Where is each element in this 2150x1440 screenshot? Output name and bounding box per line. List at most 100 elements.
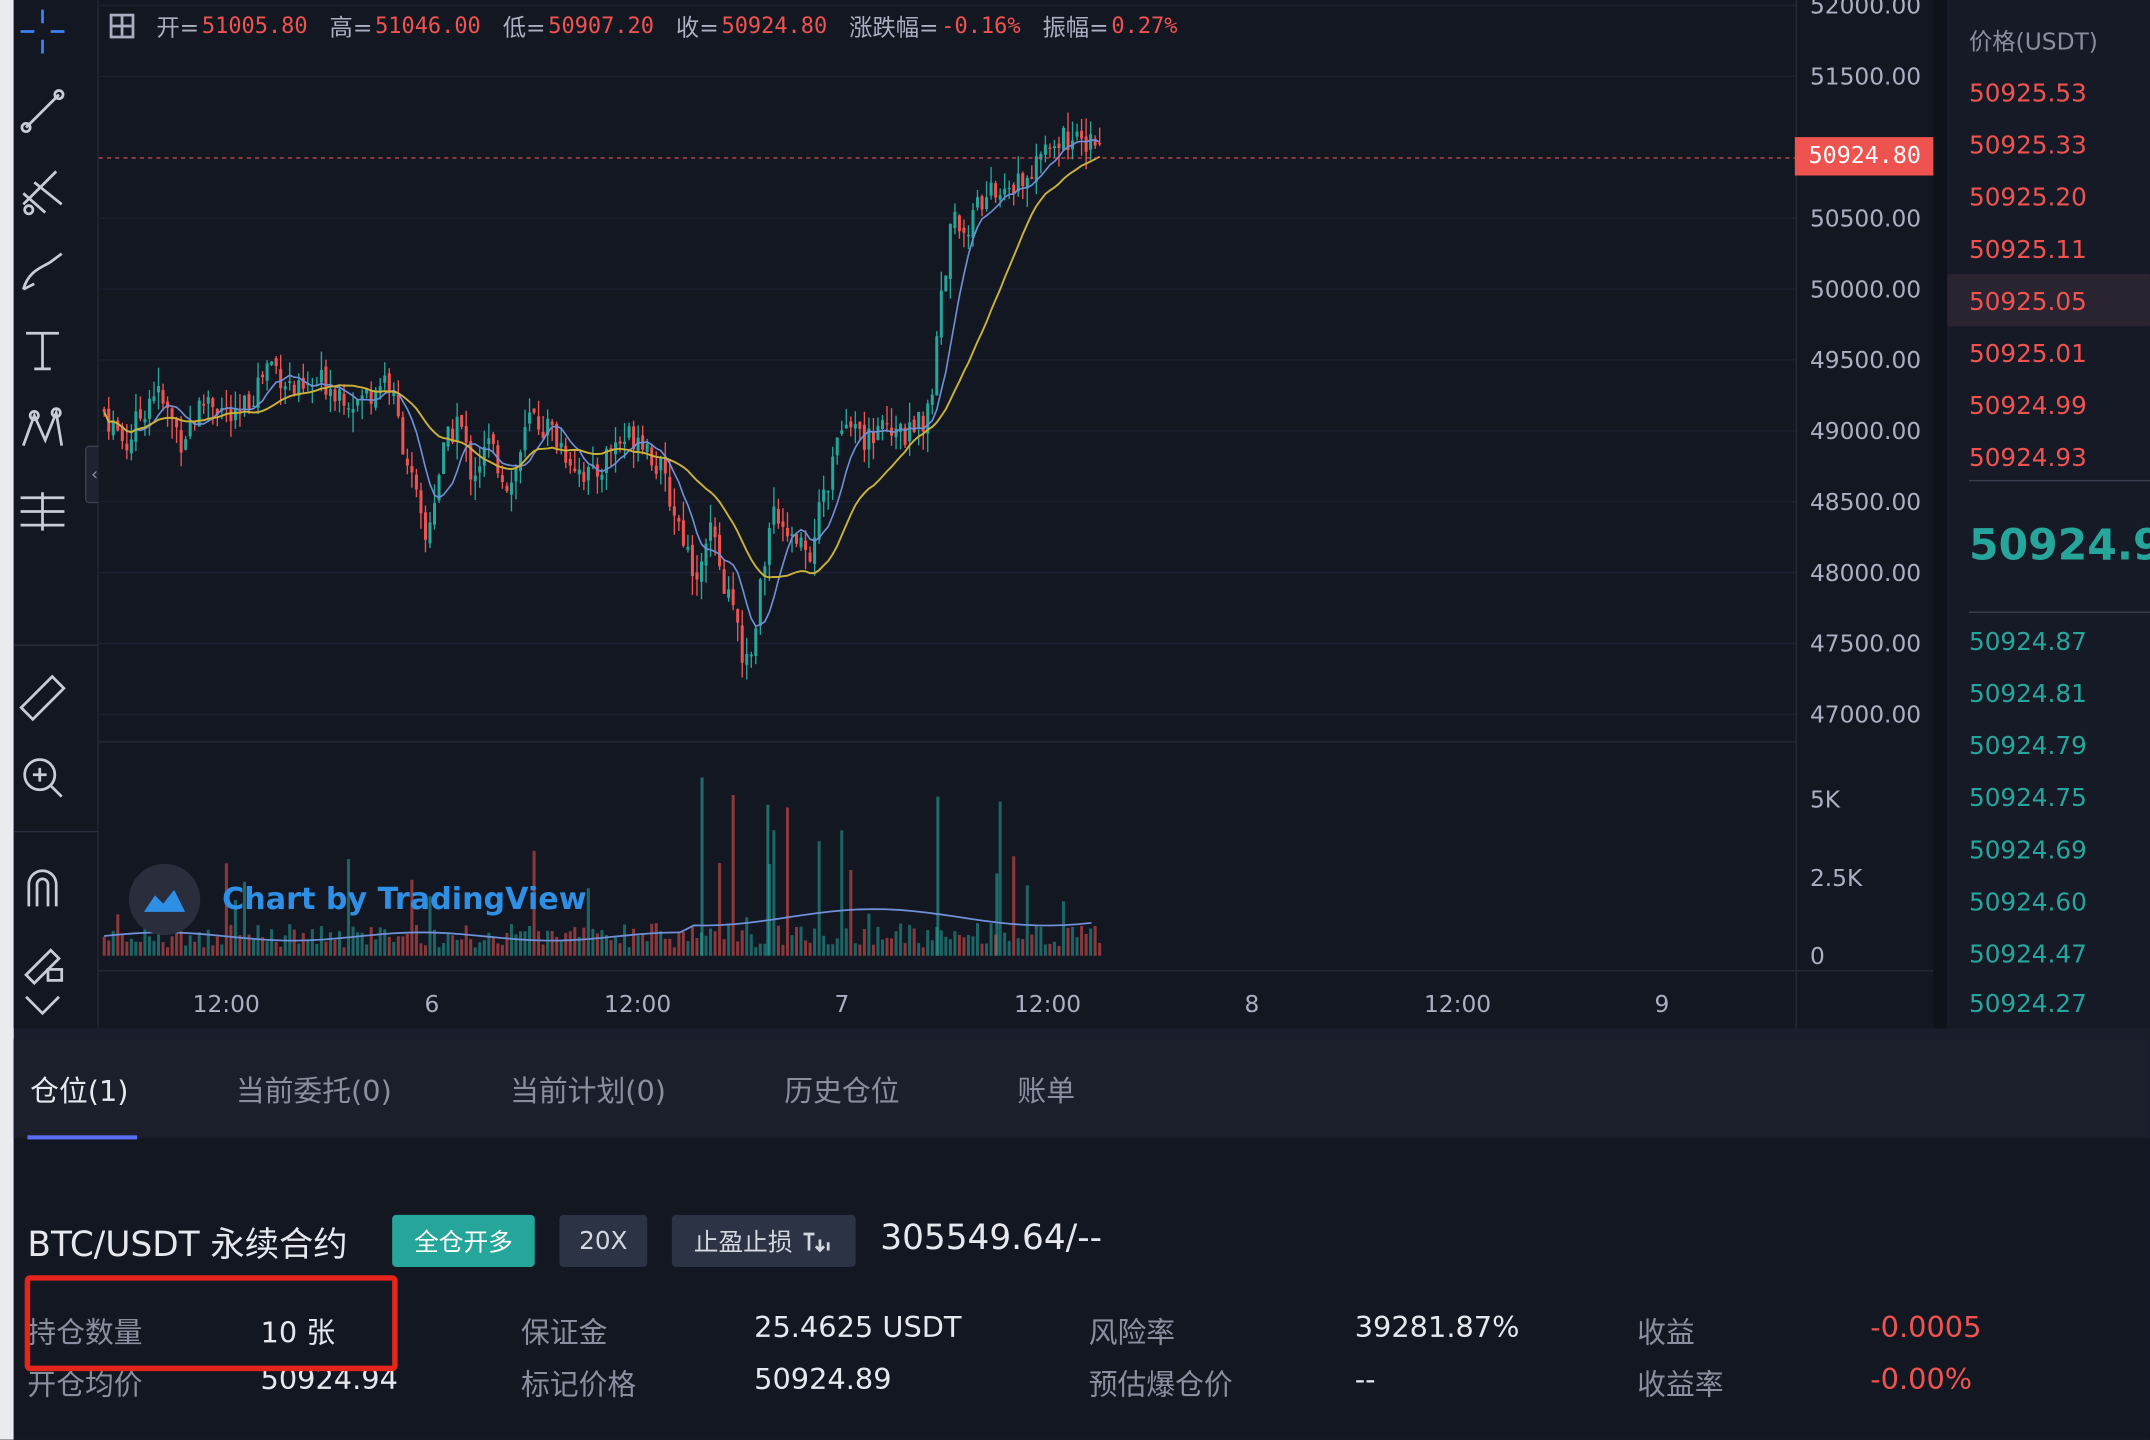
chevron-down-icon[interactable] xyxy=(14,976,72,1034)
price-axis-label: 49000.00 xyxy=(1810,418,1921,445)
change-value: -0.16% xyxy=(941,12,1021,39)
time-axis-label: 6 xyxy=(425,991,440,1018)
candle-body xyxy=(849,421,853,428)
candle-body xyxy=(736,609,740,623)
time-axis-label: 7 xyxy=(834,991,849,1018)
bid-price[interactable]: 50924.60 xyxy=(1969,889,2087,918)
volume-bar xyxy=(405,933,409,956)
candle-body xyxy=(686,546,690,550)
trend-line-icon[interactable] xyxy=(14,82,72,140)
volume-bar xyxy=(681,931,685,956)
tab-plan-orders[interactable]: 当前计划(0) xyxy=(510,1070,666,1111)
volume-bar xyxy=(995,873,999,956)
text-tool-icon[interactable] xyxy=(14,321,72,379)
indicator-toggle-icon[interactable] xyxy=(109,13,135,38)
candle-body xyxy=(740,625,744,663)
positions-panel: 仓位(1) 当前委托(0) 当前计划(0) 历史仓位 账单 BTC/USDT 永… xyxy=(13,1039,2150,1440)
candle-body xyxy=(319,369,323,383)
volume-bar xyxy=(129,938,133,956)
volume-bar xyxy=(849,869,853,956)
tab-position-history[interactable]: 历史仓位 xyxy=(784,1070,899,1111)
volume-bar xyxy=(740,930,744,956)
ask-price[interactable]: 50924.99 xyxy=(1969,392,2087,421)
bid-price[interactable]: 50924.79 xyxy=(1969,732,2087,761)
volume-axis-label: 2.5K xyxy=(1810,865,1863,892)
volume-bar xyxy=(880,939,884,956)
time-axis-label: 12:00 xyxy=(1424,991,1491,1018)
volume-bar xyxy=(147,936,151,956)
ask-price[interactable]: 50925.05 xyxy=(1969,288,2087,317)
bid-price[interactable]: 50924.69 xyxy=(1969,836,2087,865)
magnet-icon[interactable] xyxy=(14,858,72,916)
tradingview-watermark[interactable]: Chart by TradingView xyxy=(128,863,587,936)
leverage-badge[interactable]: 20X xyxy=(559,1214,648,1267)
volume-bar xyxy=(966,935,970,956)
tradingview-label: Chart by TradingView xyxy=(222,882,587,917)
volume-bar xyxy=(120,933,124,956)
volume-bar xyxy=(690,925,694,956)
candle-body xyxy=(826,491,830,493)
tab-positions[interactable]: 仓位(1) xyxy=(30,1070,128,1111)
ask-price[interactable]: 50925.01 xyxy=(1969,340,2087,369)
volume-bar xyxy=(374,939,378,956)
candle-body xyxy=(853,423,857,429)
volume-bar xyxy=(1025,885,1029,956)
bid-price[interactable]: 50924.47 xyxy=(1969,941,2087,970)
tab-bills[interactable]: 账单 xyxy=(1017,1070,1075,1111)
volume-bar xyxy=(957,934,961,956)
volume-bar xyxy=(840,830,844,956)
volume-bar xyxy=(505,932,509,956)
volume-bar xyxy=(817,841,821,956)
ma-short-line xyxy=(103,139,1100,628)
high-label: 高= xyxy=(329,15,373,43)
price-chart[interactable]: 52000.00 51500.00 50500.00 50000.00 49500.00… xyxy=(98,0,1935,1029)
candle-body xyxy=(559,442,563,448)
candle-body xyxy=(835,437,839,456)
pattern-tool-icon[interactable] xyxy=(14,400,72,458)
volume-bar xyxy=(663,938,667,956)
tpsl-button[interactable]: 止盈止损 xyxy=(671,1214,856,1267)
candle-body xyxy=(1003,188,1007,195)
candle-body xyxy=(152,396,156,401)
brush-icon[interactable] xyxy=(14,241,72,299)
crosshair-icon[interactable] xyxy=(14,3,72,61)
bid-price[interactable]: 50924.75 xyxy=(1969,784,2087,813)
bid-price[interactable]: 50924.81 xyxy=(1969,680,2087,709)
volume-bar xyxy=(301,933,305,956)
zoom-in-icon[interactable] xyxy=(14,749,72,807)
candle-body xyxy=(202,403,206,406)
candle-body xyxy=(1084,136,1088,152)
candle-body xyxy=(274,358,278,367)
volume-bar xyxy=(166,947,170,956)
volume-bar xyxy=(980,943,984,956)
measure-levels-icon[interactable] xyxy=(14,483,72,541)
ask-price[interactable]: 50924.93 xyxy=(1969,444,2087,473)
bid-price[interactable]: 50924.87 xyxy=(1969,628,2087,657)
candle-body xyxy=(582,472,586,483)
volume-bar xyxy=(451,935,455,956)
tpsl-label: 止盈止损 xyxy=(693,1228,793,1258)
volume-bar xyxy=(600,929,604,956)
bid-price[interactable]: 50924.27 xyxy=(1969,990,2087,1019)
candle-body xyxy=(749,654,753,657)
volume-bar xyxy=(695,938,699,956)
ask-price[interactable]: 50925.33 xyxy=(1969,132,2087,161)
price-axis-label: 48500.00 xyxy=(1810,489,1921,516)
candle-body xyxy=(994,183,998,198)
volume-bar xyxy=(718,862,722,956)
ask-price[interactable]: 50925.11 xyxy=(1969,236,2087,265)
candle-body xyxy=(573,468,577,472)
fib-tool-icon[interactable] xyxy=(14,162,72,220)
ruler-icon[interactable] xyxy=(14,669,72,727)
ask-price[interactable]: 50925.20 xyxy=(1969,184,2087,213)
low-label: 低= xyxy=(502,15,546,43)
candle-body xyxy=(944,275,948,292)
ask-price[interactable]: 50925.53 xyxy=(1969,80,2087,109)
tab-open-orders[interactable]: 当前委托(0) xyxy=(236,1070,392,1111)
candle-body xyxy=(491,434,495,444)
price-axis-label: 49500.00 xyxy=(1810,347,1921,374)
candle-body xyxy=(333,389,337,402)
volume-bar xyxy=(446,933,450,956)
volume-axis-label: 5K xyxy=(1810,787,1841,814)
candle-body xyxy=(442,442,446,474)
